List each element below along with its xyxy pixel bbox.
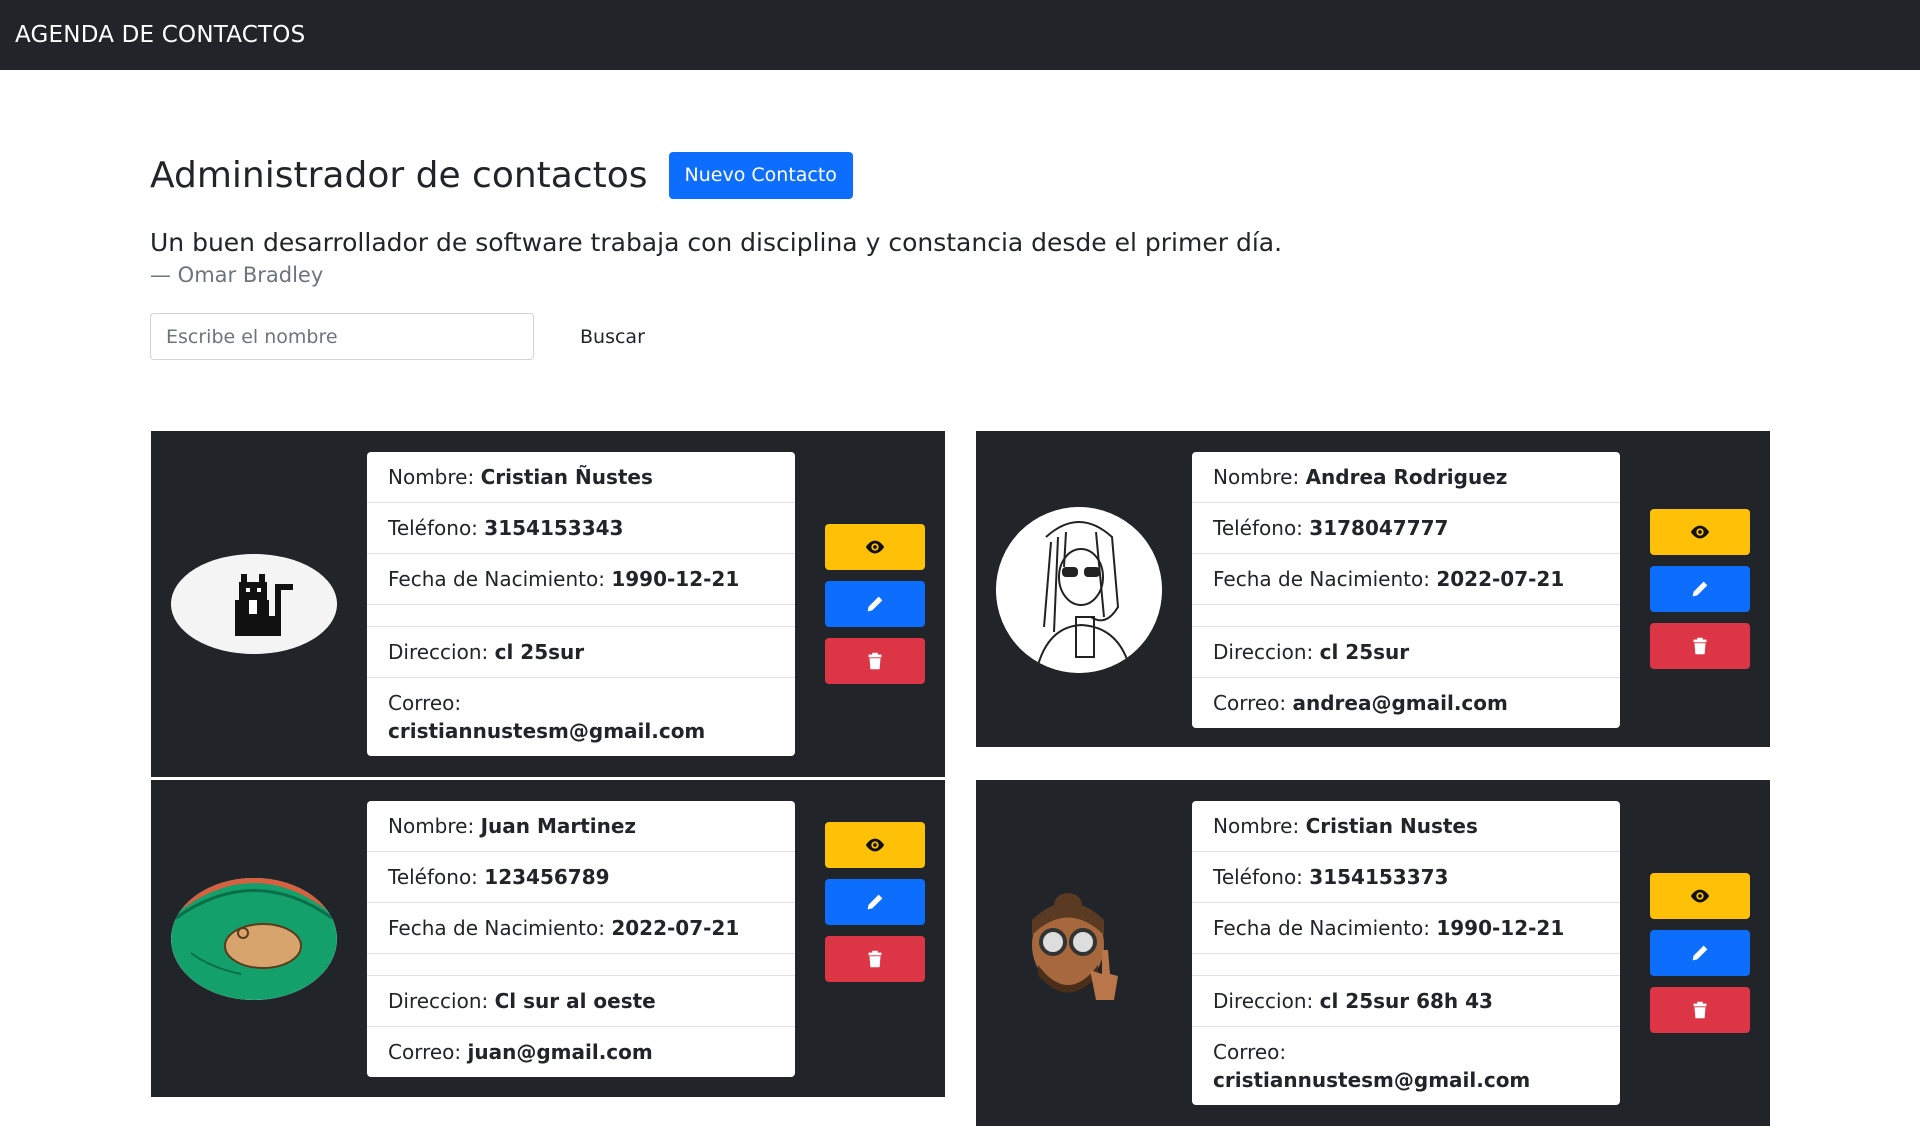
empty-row: [367, 954, 795, 976]
empty-row: [1192, 954, 1620, 976]
pencil-icon: [1692, 945, 1708, 961]
contact-birth-row: Fecha de Nacimiento: 1990-12-21: [1192, 903, 1620, 954]
navbar-brand[interactable]: AGENDA DE CONTACTOS: [15, 22, 305, 48]
contact-info: Nombre: Cristian Ñustes Teléfono: 315415…: [367, 452, 795, 756]
edit-button[interactable]: [825, 879, 925, 925]
search-button[interactable]: Buscar: [564, 320, 661, 354]
contact-phone-row: Teléfono: 3154153343: [367, 503, 795, 554]
contact-name: Cristian Ñustes: [480, 465, 653, 489]
contact-email-row: Correo: cristiannustesm@gmail.com: [388, 691, 706, 743]
contact-name: Cristian Nustes: [1305, 814, 1478, 838]
contact-address: cl 25sur: [1319, 640, 1410, 664]
contact-name: Andrea Rodriguez: [1305, 465, 1508, 489]
contact-actions: [825, 524, 925, 695]
contact-actions: [1650, 509, 1750, 680]
contact-phone-row: Teléfono: 3178047777: [1192, 503, 1620, 554]
contact-actions: [1650, 873, 1750, 1044]
page-title: Administrador de contactos: [150, 154, 648, 196]
contact-birth-row: Fecha de Nacimiento: 2022-07-21: [1192, 554, 1620, 605]
contact-address: cl 25sur: [494, 640, 585, 664]
quote-author: — Omar Bradley: [150, 263, 324, 287]
contact-card: Nombre: Juan Martinez Teléfono: 12345678…: [151, 780, 945, 1097]
memoji-icon: [1018, 880, 1128, 1020]
delete-button[interactable]: [825, 936, 925, 982]
contact-birth: 2022-07-21: [1436, 567, 1565, 591]
view-button[interactable]: [1650, 509, 1750, 555]
edit-button[interactable]: [1650, 930, 1750, 976]
eye-icon: [865, 838, 885, 852]
contact-card: Nombre: Cristian Nustes Teléfono: 315415…: [976, 780, 1770, 1126]
navbar: AGENDA DE CONTACTOS: [0, 0, 1920, 70]
contact-address-row: Direccion: Cl sur al oeste: [367, 976, 795, 1027]
contact-name-row: Nombre: Cristian Ñustes: [367, 452, 795, 503]
title-row: Administrador de contactos Nuevo Contact…: [150, 150, 1920, 200]
empty-row: [1192, 605, 1620, 627]
pencil-icon: [1692, 581, 1708, 597]
view-button[interactable]: [1650, 873, 1750, 919]
edit-button[interactable]: [825, 581, 925, 627]
view-button[interactable]: [825, 524, 925, 570]
contact-birth-row: Fecha de Nacimiento: 1990-12-21: [367, 554, 795, 605]
contact-actions: [825, 822, 925, 993]
view-button[interactable]: [825, 822, 925, 868]
contact-email-row: Correo: cristiannustesm@gmail.com: [1213, 1040, 1531, 1092]
contact-phone: 3154153373: [1309, 865, 1449, 889]
search-input[interactable]: [150, 313, 534, 360]
contact-birth: 2022-07-21: [611, 916, 740, 940]
trash-icon: [1693, 1001, 1707, 1019]
contact-address-row: Direccion: cl 25sur: [1192, 627, 1620, 678]
contact-email: juan@gmail.com: [467, 1040, 653, 1064]
main-container: Administrador de contactos Nuevo Contact…: [0, 150, 1920, 360]
contact-card: Nombre: Andrea Rodriguez Teléfono: 31780…: [976, 431, 1770, 747]
eye-icon: [1690, 889, 1710, 903]
contact-info: Nombre: Cristian Nustes Teléfono: 315415…: [1192, 801, 1620, 1105]
delete-button[interactable]: [1650, 987, 1750, 1033]
contact-phone-row: Teléfono: 123456789: [367, 852, 795, 903]
cat-icon: [171, 554, 337, 654]
contact-phone: 123456789: [484, 865, 610, 889]
trash-icon: [868, 652, 882, 670]
girl-sketch-icon: [996, 507, 1162, 673]
eye-icon: [865, 540, 885, 554]
capybara-icon: [171, 878, 337, 1000]
contact-address-row: Direccion: cl 25sur: [367, 627, 795, 678]
search-row: Buscar: [150, 313, 1920, 360]
new-contact-button[interactable]: Nuevo Contacto: [668, 151, 853, 199]
contact-email-row: Correo: juan@gmail.com: [388, 1040, 653, 1064]
eye-icon: [1690, 525, 1710, 539]
contact-email-row: Correo: andrea@gmail.com: [1213, 691, 1508, 715]
delete-button[interactable]: [1650, 623, 1750, 669]
contact-email: andrea@gmail.com: [1292, 691, 1508, 715]
empty-row: [367, 605, 795, 627]
trash-icon: [1693, 637, 1707, 655]
pencil-icon: [867, 596, 883, 612]
contact-birth-row: Fecha de Nacimiento: 2022-07-21: [367, 903, 795, 954]
edit-button[interactable]: [1650, 566, 1750, 612]
contact-card: Nombre: Cristian Ñustes Teléfono: 315415…: [151, 431, 945, 777]
contact-name-row: Nombre: Andrea Rodriguez: [1192, 452, 1620, 503]
contact-info: Nombre: Andrea Rodriguez Teléfono: 31780…: [1192, 452, 1620, 728]
delete-button[interactable]: [825, 638, 925, 684]
pencil-icon: [867, 894, 883, 910]
contact-email: cristiannustesm@gmail.com: [1213, 1068, 1531, 1092]
contact-name-row: Nombre: Cristian Nustes: [1192, 801, 1620, 852]
contact-address: cl 25sur 68h 43: [1319, 989, 1493, 1013]
contact-address-row: Direccion: cl 25sur 68h 43: [1192, 976, 1620, 1027]
contact-name: Juan Martinez: [480, 814, 637, 838]
contact-email: cristiannustesm@gmail.com: [388, 719, 706, 743]
quote-text: Un buen desarrollador de software trabaj…: [150, 228, 1283, 257]
contact-address: Cl sur al oeste: [494, 989, 656, 1013]
trash-icon: [868, 950, 882, 968]
contact-info: Nombre: Juan Martinez Teléfono: 12345678…: [367, 801, 795, 1077]
contact-name-row: Nombre: Juan Martinez: [367, 801, 795, 852]
contact-phone: 3178047777: [1309, 516, 1449, 540]
contact-phone-row: Teléfono: 3154153373: [1192, 852, 1620, 903]
contact-phone: 3154153343: [484, 516, 624, 540]
contact-birth: 1990-12-21: [1436, 916, 1565, 940]
contact-birth: 1990-12-21: [611, 567, 740, 591]
